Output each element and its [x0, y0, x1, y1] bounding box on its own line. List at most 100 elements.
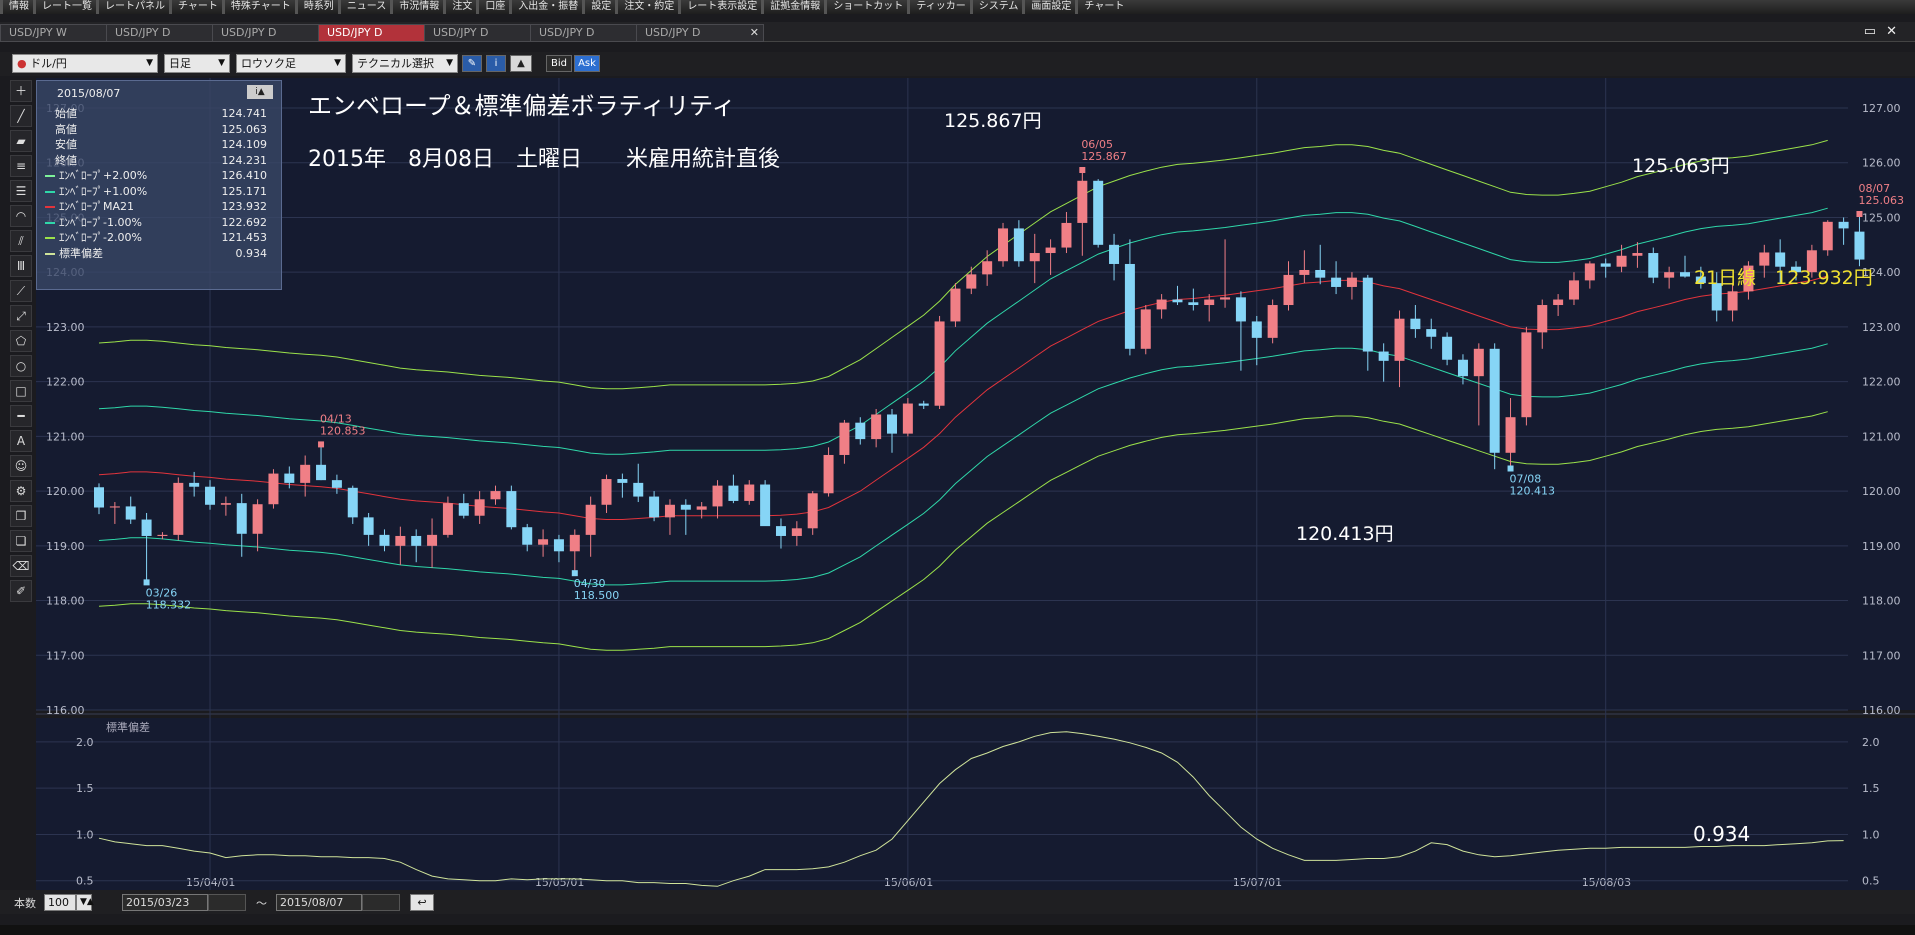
candle [1521, 326, 1532, 426]
menu-item-7[interactable]: 市況情報 [390, 0, 443, 14]
icon-tool-icon[interactable]: ☺ [10, 455, 32, 477]
menu-item-4[interactable]: 特殊チャート [221, 0, 295, 14]
close-window-icon[interactable]: ✕ [1886, 24, 1907, 39]
restore-icon[interactable]: ▭ [1864, 24, 1886, 39]
candle-body [1220, 297, 1231, 300]
period-select[interactable]: 日足 ▼ [164, 54, 230, 73]
ask-button[interactable]: Ask [574, 55, 600, 72]
candle-body [1680, 272, 1690, 277]
paste-tool-icon[interactable]: ❏ [10, 530, 32, 552]
fan-tool-icon[interactable]: ⫽ [10, 230, 32, 252]
candle-body [252, 504, 263, 534]
candle-body [601, 479, 612, 505]
info-row-value: 122.692 [221, 215, 268, 229]
tab-label: USD/JPY D [539, 26, 595, 39]
extreme-value-label: 118.332 [146, 598, 192, 611]
mountain-chart-icon[interactable]: ▲ [510, 55, 532, 72]
menu-item-13[interactable]: レート表示設定 [678, 0, 761, 14]
candle-body [141, 519, 152, 536]
info-row-value: 124.231 [221, 153, 268, 167]
horizontal-line-icon[interactable]: ≡ [10, 155, 32, 177]
menu-item-15[interactable]: ショートカット [824, 0, 907, 14]
technical-select[interactable]: テクニカル選択 ▼ [352, 54, 458, 73]
candle-body [1822, 221, 1833, 251]
date-from-picker[interactable] [208, 894, 246, 911]
status-bar [0, 925, 1915, 935]
candle-body [395, 535, 406, 546]
count-label: 本数 [14, 897, 36, 910]
channel-tool-icon[interactable]: Ⅲ [10, 255, 32, 277]
tab-label: USD/JPY D [327, 26, 383, 39]
menu-item-12[interactable]: 注文・約定 [615, 0, 678, 14]
chart-style-select[interactable]: ロウソク足 ▼ [236, 54, 346, 73]
extreme-value-label: 120.853 [320, 424, 366, 437]
arc-tool-icon[interactable]: ◠ [10, 205, 32, 227]
menu-item-0[interactable]: 情報 [0, 0, 33, 14]
menu-item-17[interactable]: システム [969, 0, 1023, 14]
info-row-value: 121.453 [221, 231, 268, 244]
count-stepper-icon[interactable]: ▼▲ [76, 894, 94, 911]
candle-body [1045, 247, 1056, 254]
window-controls[interactable]: ▭✕ [1864, 24, 1907, 39]
date-to-picker[interactable] [362, 894, 400, 911]
circle-tool-icon[interactable]: ○ [10, 355, 32, 377]
text-tool-icon[interactable]: A [10, 430, 32, 452]
candle-body [474, 499, 485, 516]
eraser-tool-icon[interactable]: ⌫ [10, 555, 32, 577]
menu-item-11[interactable]: 設定 [582, 0, 615, 14]
bid-button[interactable]: Bid [546, 55, 572, 72]
menu-item-5[interactable]: 時系列 [294, 0, 338, 14]
candle-body [490, 491, 501, 500]
return-button[interactable]: ↩ [410, 894, 434, 911]
draw-pen-button[interactable]: ✎ [462, 55, 482, 72]
info-button[interactable]: i [486, 55, 506, 72]
low-annotation-0708: 120.413円 [1296, 523, 1394, 545]
fibonacci-icon[interactable]: ☰ [10, 180, 32, 202]
tab-chart-6[interactable]: USD/JPY D ✕ [636, 24, 764, 42]
copy-tool-icon[interactable]: ❐ [10, 505, 32, 527]
menu-item-10[interactable]: 入出金・振替 [509, 0, 582, 14]
gann-tool-icon[interactable]: ⟋ [10, 280, 32, 302]
menu-item-2[interactable]: レートパネル [96, 0, 169, 14]
date-from-field[interactable]: 2015/03/23 [122, 894, 208, 911]
menu-item-6[interactable]: ニュース [337, 0, 391, 14]
currency-pair-select[interactable]: ● ドル/円 ▼ [12, 54, 158, 73]
price-chart[interactable]: 127.00127.00126.00126.00125.00125.00124.… [36, 78, 1915, 890]
count-input[interactable]: 100 [44, 894, 76, 911]
candle-body [1331, 277, 1342, 287]
panel-toggle-icon[interactable]: i▲ [247, 85, 273, 99]
candle-body [617, 479, 628, 483]
info-row: 高値 125.063 [45, 123, 275, 137]
eraser-all-icon[interactable]: ✐ [10, 580, 32, 602]
technical-label: テクニカル選択 [357, 57, 434, 70]
menu-item-1[interactable]: レート一覧 [33, 0, 96, 14]
candle [506, 485, 517, 530]
menu-item-3[interactable]: チャート [169, 0, 222, 14]
rectangle-tool-icon[interactable]: □ [10, 380, 32, 402]
minus-tool-icon[interactable]: ━ [10, 405, 32, 427]
menu-item-19[interactable]: チャート [1075, 0, 1128, 14]
trend-tool-icon[interactable]: ⤢ [10, 305, 32, 327]
pentagon-tool-icon[interactable]: ⬠ [10, 330, 32, 352]
crosshair-tool-icon[interactable]: ＋ [10, 80, 32, 102]
menu-item-16[interactable]: ティッカー [907, 0, 969, 14]
close-tab-icon[interactable]: ✕ [750, 25, 759, 41]
candle-body [744, 484, 755, 501]
line-tool-icon[interactable]: ╱ [10, 105, 32, 127]
ma21-annotation: 21日線 123.932円 [1694, 267, 1873, 289]
menu-item-14[interactable]: 証拠金情報 [761, 0, 824, 14]
candle-body [1188, 302, 1199, 306]
candle-body [1109, 244, 1120, 264]
candle-body [205, 486, 216, 505]
candle-body [1251, 321, 1262, 338]
menu-item-9[interactable]: 口座 [476, 0, 509, 14]
candle-body [1600, 263, 1611, 267]
candle-body [1442, 336, 1453, 360]
candle-body [173, 482, 184, 535]
settings-tool-icon[interactable]: ⚙ [10, 480, 32, 502]
menu-item-18[interactable]: 画面設定 [1022, 0, 1075, 14]
y-tick-label-left: 118.00 [46, 595, 85, 608]
menu-item-8[interactable]: 注文 [443, 0, 476, 14]
ruler-tool-icon[interactable]: ▰ [10, 130, 32, 152]
date-to-field[interactable]: 2015/08/07 [276, 894, 362, 911]
